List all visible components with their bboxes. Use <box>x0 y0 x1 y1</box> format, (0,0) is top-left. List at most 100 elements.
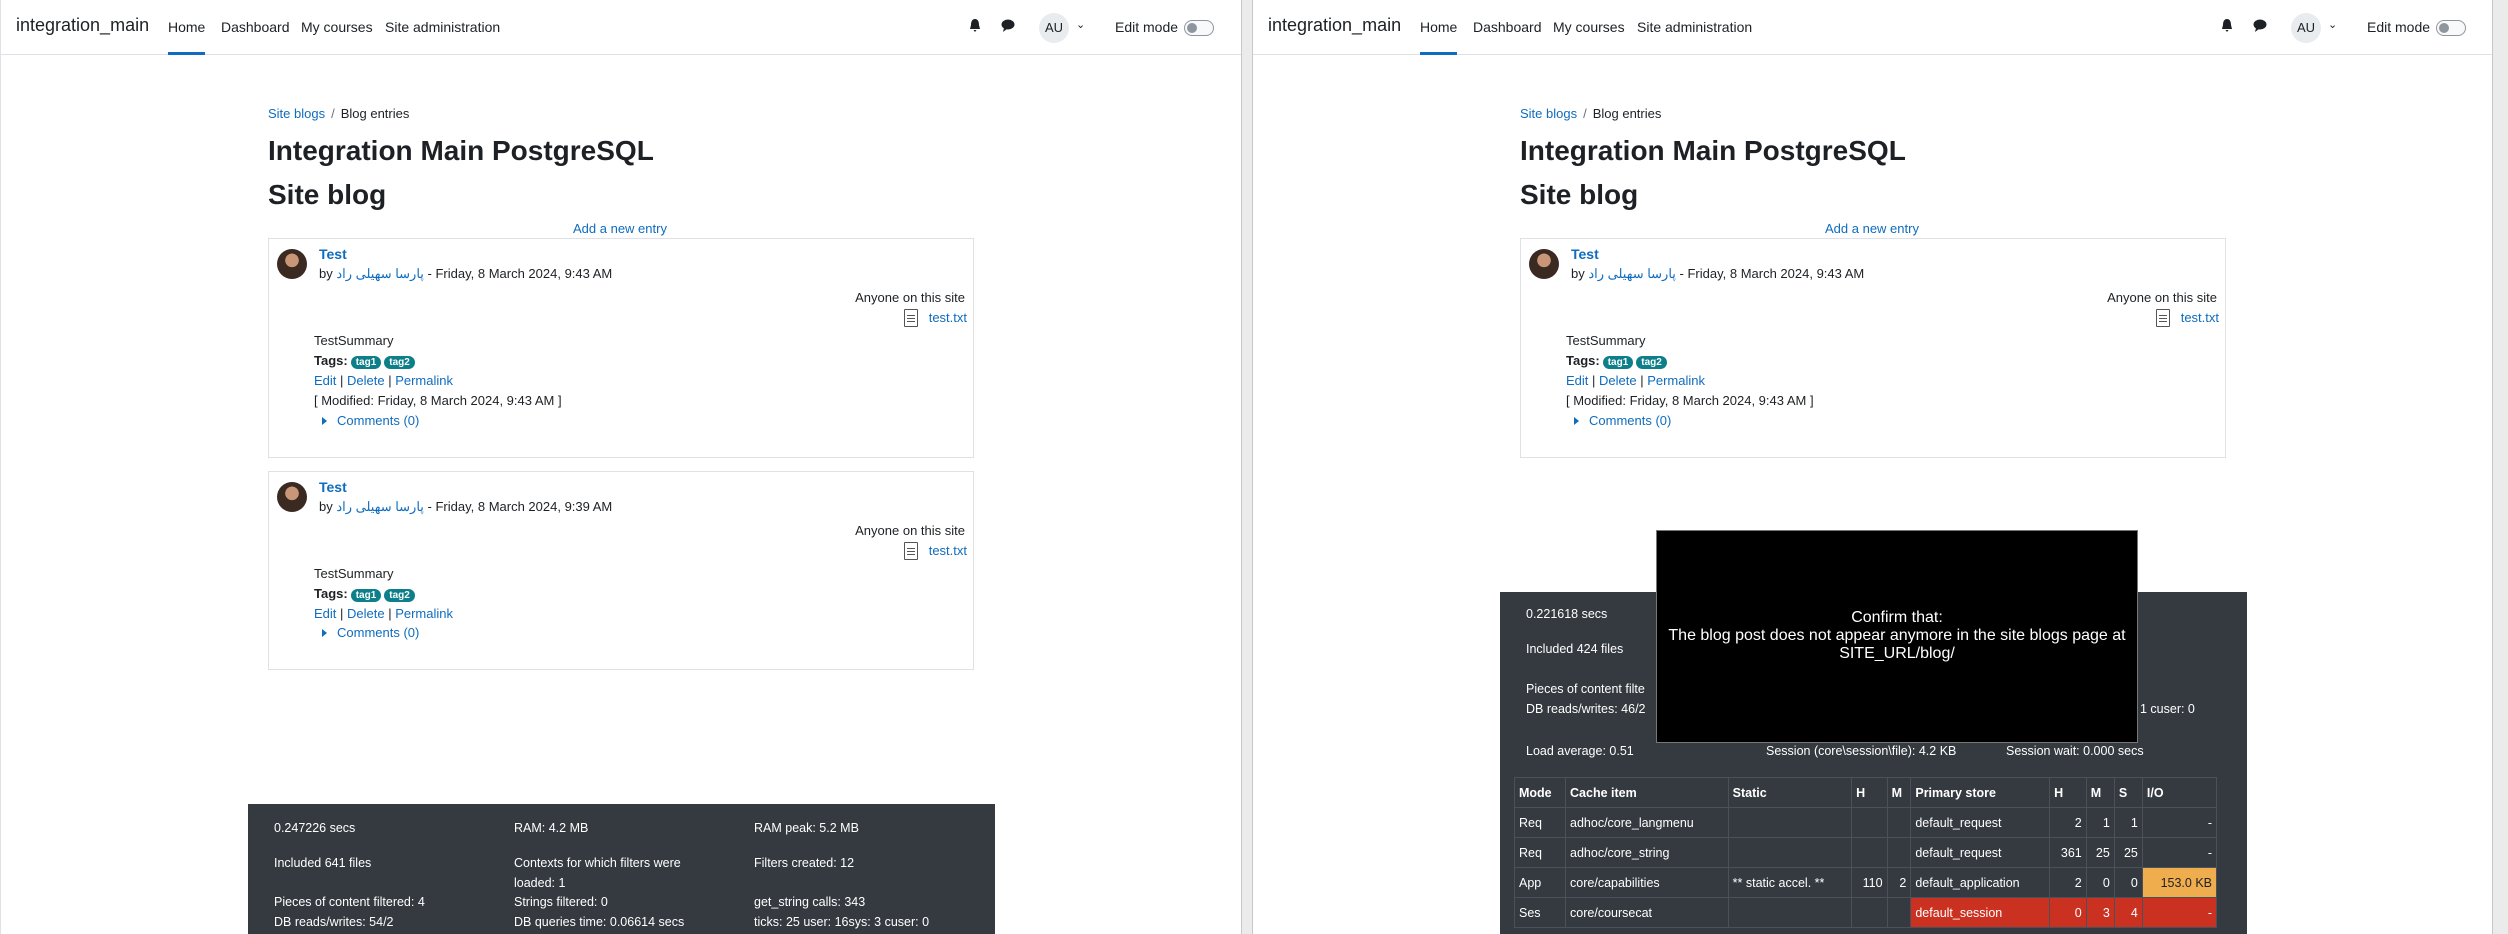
perf-getstring: get_string calls: 343 <box>754 895 866 909</box>
delete-link[interactable]: Delete <box>347 373 385 388</box>
file-icon <box>904 309 918 327</box>
tag-badge[interactable]: tag1 <box>1602 356 1634 369</box>
perf-rampeak: RAM peak: 5.2 MB <box>754 821 859 835</box>
tag-badge[interactable]: tag2 <box>384 356 415 369</box>
overlay-body: The blog post does not appear anymore in… <box>1668 627 2126 662</box>
breadcrumb-blog-entries: Blog entries <box>1592 106 1662 121</box>
perf-filtered: Pieces of content filte <box>1526 682 1645 696</box>
breadcrumb: Site blogs / Blog entries <box>268 106 410 121</box>
edit-mode-label: Edit mode <box>2367 19 2431 35</box>
site-name[interactable]: integration_main <box>16 15 149 36</box>
author-avatar[interactable] <box>277 249 307 279</box>
add-entry-link[interactable]: Add a new entry <box>1825 221 1919 236</box>
comments-toggle[interactable]: Comments (0) <box>1574 413 1671 428</box>
nav-site-administration[interactable]: Site administration <box>1637 19 1752 55</box>
delete-link[interactable]: Delete <box>347 606 385 621</box>
right-browser-pane: integration_main Home Dashboard My cours… <box>1253 0 2494 934</box>
user-avatar[interactable]: AU <box>2291 13 2321 43</box>
author-avatar[interactable] <box>277 482 307 512</box>
perf-files: Included 424 files <box>1526 642 1624 656</box>
overlay-heading: Confirm that: <box>1851 609 1943 626</box>
author-link[interactable]: پارسا سهیلی راد <box>336 266 424 281</box>
bell-icon[interactable] <box>969 19 981 32</box>
pane-divider[interactable] <box>1241 0 1253 934</box>
table-header-row: Mode Cache item Static H M Primary store… <box>1513 777 2218 808</box>
perf-ticks: ticks: 25 user: 16sys: 3 cuser: 0 <box>754 915 930 929</box>
tag-badge[interactable]: tag1 <box>350 589 382 602</box>
tag-badge[interactable]: tag1 <box>350 356 382 369</box>
col-s: S <box>2113 777 2143 808</box>
add-entry-link[interactable]: Add a new entry <box>573 221 667 236</box>
entry-title[interactable]: Test <box>319 479 347 495</box>
chevron-down-icon[interactable]: ⌄ <box>2328 18 2337 31</box>
chat-icon[interactable] <box>2253 19 2267 32</box>
bell-icon[interactable] <box>2221 19 2233 32</box>
table-row: Req adhoc/core_langmenu default_request 2 1 1… <box>1513 807 2218 838</box>
entry-actions: Edit | Delete | Permalink <box>314 606 453 621</box>
perf-secs: 0.221618 secs <box>1526 607 1608 621</box>
nav-site-administration[interactable]: Site administration <box>385 19 500 55</box>
entry-title[interactable]: Test <box>319 246 347 262</box>
breadcrumb-site-blogs[interactable]: Site blogs <box>1520 106 1577 121</box>
user-avatar[interactable]: AU <box>1039 13 1069 43</box>
author-link[interactable]: پارسا سهیلی راد <box>1588 266 1676 281</box>
top-navbar: integration_main Home Dashboard My cours… <box>1253 0 2494 55</box>
entry-title[interactable]: Test <box>1571 246 1599 262</box>
right-scrollbar[interactable] <box>2492 0 2508 934</box>
entry-tags: Tags: tag1 tag2 <box>314 353 415 369</box>
entry-tags: Tags: tag1 tag2 <box>1566 353 1667 369</box>
breadcrumb-site-blogs[interactable]: Site blogs <box>268 106 325 121</box>
perf-strings: Strings filtered: 0 <box>514 895 608 909</box>
author-avatar[interactable] <box>1529 249 1559 279</box>
entry-tags: Tags: tag1 tag2 <box>314 586 415 602</box>
col-cache-item: Cache item <box>1565 777 1729 808</box>
perf-session: Session (core\session\file): 4.2 KB <box>1766 744 1957 758</box>
site-name[interactable]: integration_main <box>1268 15 1401 36</box>
chevron-down-icon[interactable]: ⌄ <box>1076 18 1085 31</box>
perf-cuser: 1 cuser: 0 <box>2140 702 2195 716</box>
comments-toggle[interactable]: Comments (0) <box>322 625 419 640</box>
attachment-link[interactable]: test.txt <box>2181 310 2219 325</box>
perf-dbrw: DB reads/writes: 46/2 <box>1526 702 1646 716</box>
author-link[interactable]: پارسا سهیلی راد <box>336 499 424 514</box>
caret-right-icon <box>1574 417 1579 425</box>
perf-filters: Filters created: 12 <box>754 856 855 870</box>
permalink-link[interactable]: Permalink <box>395 606 453 621</box>
entry-actions: Edit | Delete | Permalink <box>1566 373 1705 388</box>
nav-dashboard[interactable]: Dashboard <box>221 19 290 55</box>
caret-right-icon <box>322 629 327 637</box>
attachment-link[interactable]: test.txt <box>929 310 967 325</box>
perf-files: Included 641 files <box>274 856 372 870</box>
edit-link[interactable]: Edit <box>314 606 336 621</box>
nav-home[interactable]: Home <box>168 19 206 55</box>
col-h: H <box>2049 777 2087 808</box>
perf-secs: 0.247226 secs <box>274 821 356 835</box>
perf-filtered: Pieces of content filtered: 4 <box>274 895 425 909</box>
page-title: Integration Main PostgreSQL <box>268 135 654 166</box>
tag-badge[interactable]: tag2 <box>1636 356 1667 369</box>
chat-icon[interactable] <box>1001 19 1015 32</box>
entry-byline: by پارسا سهیلی راد - Friday, 8 March 202… <box>1571 266 1865 281</box>
entry-audience: Anyone on this site <box>855 290 965 305</box>
nav-my-courses[interactable]: My courses <box>301 19 373 55</box>
delete-link[interactable]: Delete <box>1599 373 1637 388</box>
permalink-link[interactable]: Permalink <box>1647 373 1705 388</box>
edit-mode-toggle[interactable] <box>2436 20 2466 36</box>
entry-modified: [ Modified: Friday, 8 March 2024, 9:43 A… <box>1566 393 1814 408</box>
permalink-link[interactable]: Permalink <box>395 373 453 388</box>
nav-dashboard[interactable]: Dashboard <box>1473 19 1542 55</box>
col-h: H <box>1851 777 1888 808</box>
entry-byline: by پارسا سهیلی راد - Friday, 8 March 202… <box>319 499 613 514</box>
col-m: M <box>2085 777 2115 808</box>
attachment-link[interactable]: test.txt <box>929 543 967 558</box>
edit-mode-toggle[interactable] <box>1184 20 1214 36</box>
entry-summary: TestSummary <box>1566 333 1646 348</box>
edit-link[interactable]: Edit <box>314 373 336 388</box>
edit-link[interactable]: Edit <box>1566 373 1588 388</box>
perf-contexts: Contexts for which filters were loaded: … <box>514 856 681 890</box>
tag-badge[interactable]: tag2 <box>384 589 415 602</box>
col-io: I/O <box>2141 777 2218 808</box>
nav-home[interactable]: Home <box>1420 19 1458 55</box>
nav-my-courses[interactable]: My courses <box>1553 19 1625 55</box>
comments-toggle[interactable]: Comments (0) <box>322 413 419 428</box>
